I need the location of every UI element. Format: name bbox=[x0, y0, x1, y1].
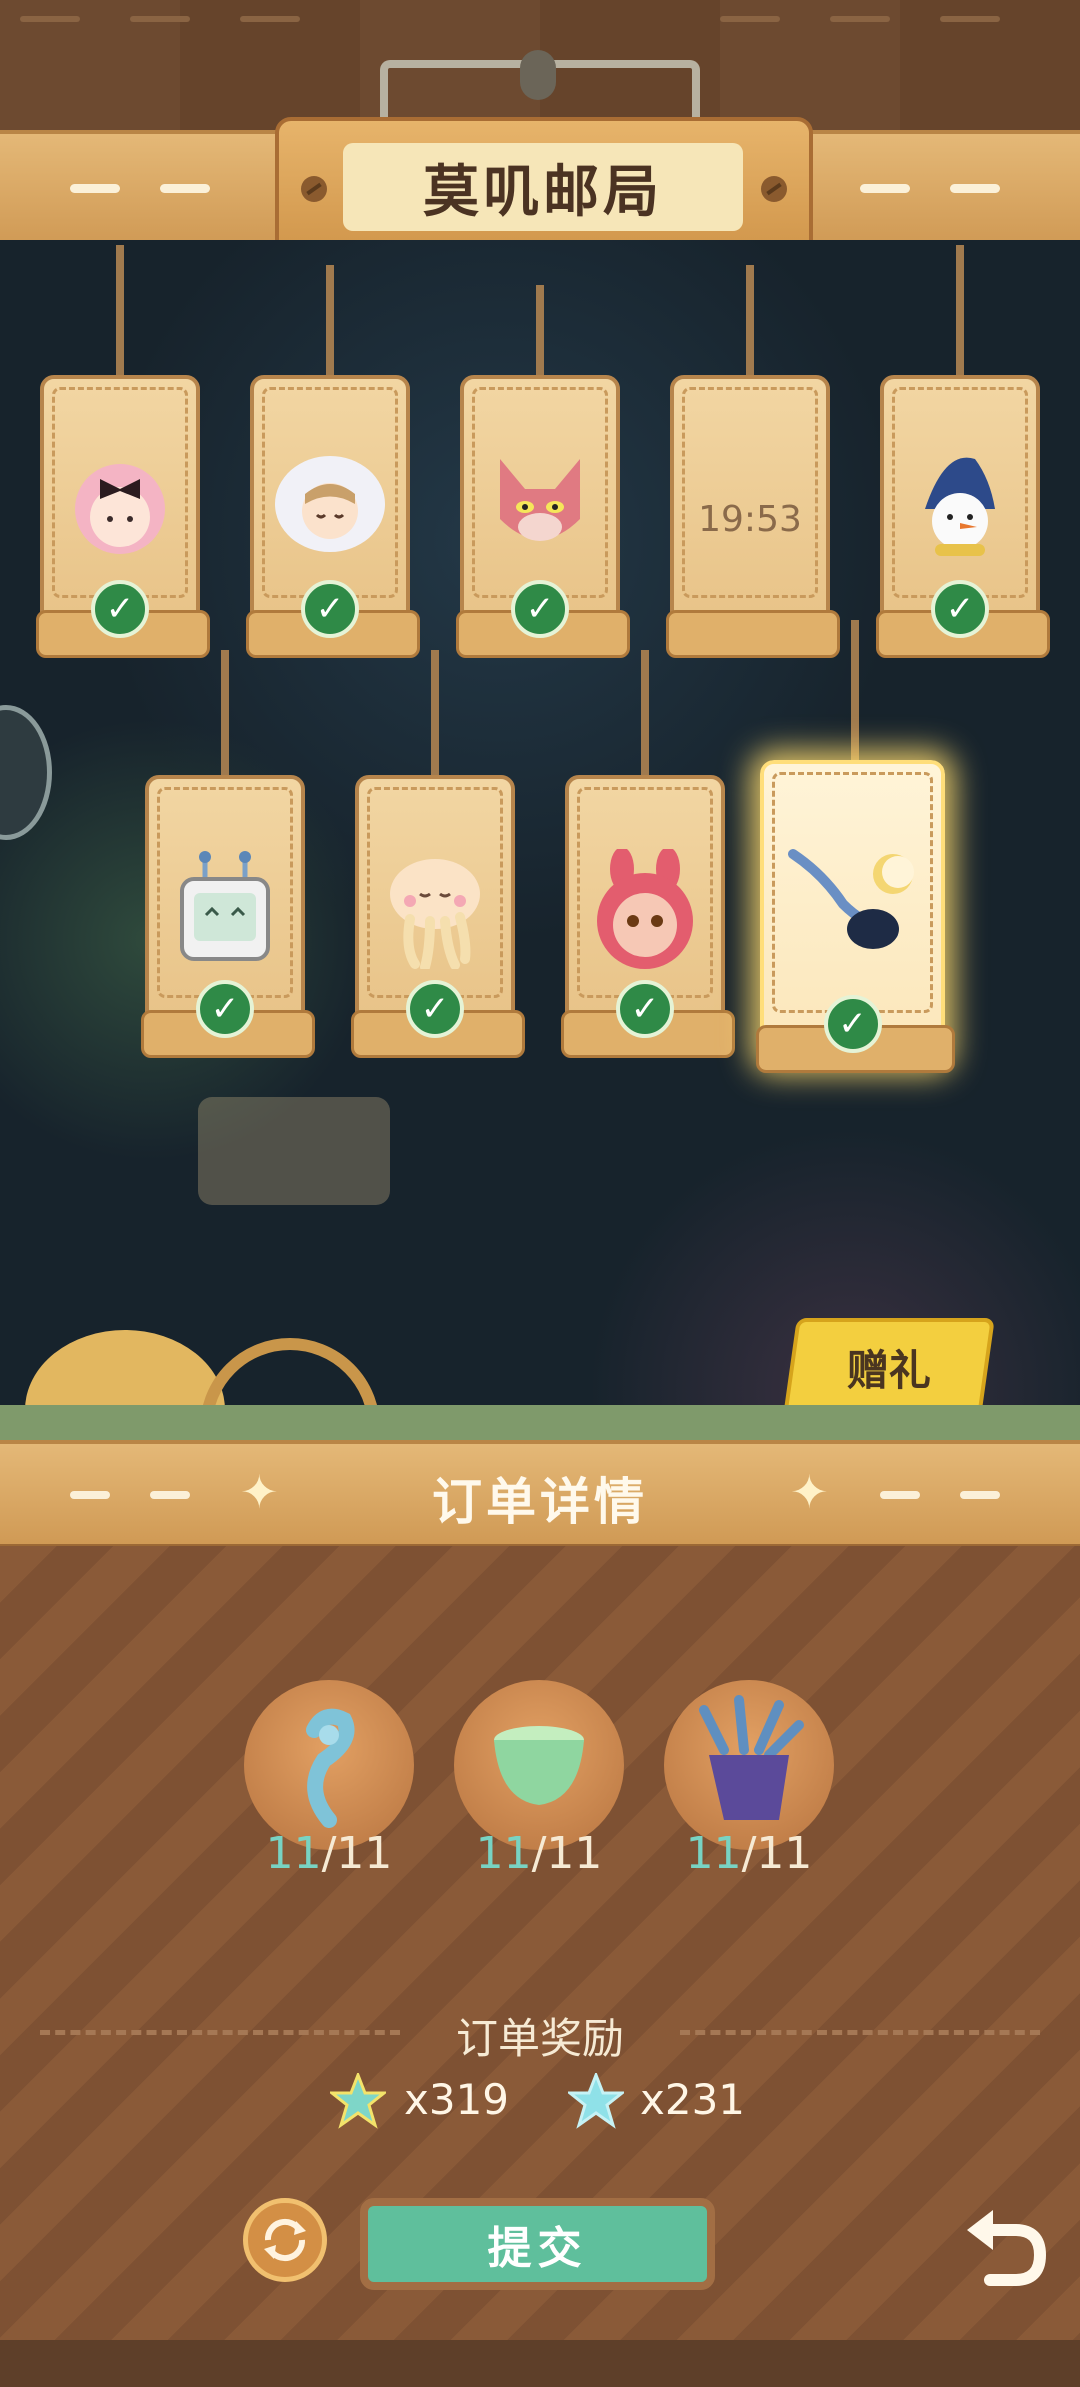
order-tag-white-hood-child[interactable]: ✓ bbox=[246, 375, 420, 658]
refresh-button[interactable] bbox=[243, 2198, 327, 2282]
tag-string bbox=[326, 265, 334, 375]
refresh-icon bbox=[264, 2218, 306, 2262]
robot-icon bbox=[180, 851, 270, 961]
screw-icon bbox=[761, 176, 787, 202]
blue-swirl-plant-icon bbox=[306, 1708, 355, 1828]
order-tag-robot[interactable]: ✓ bbox=[141, 775, 315, 1058]
purple-plant-pot-icon bbox=[699, 1695, 804, 1820]
tag-string bbox=[641, 650, 649, 775]
item-count: 11/11 bbox=[685, 1828, 813, 1879]
order-tag-pink-bow-girl[interactable]: ✓ bbox=[36, 375, 210, 658]
order-banner: ✦ 订单详情 ✦ bbox=[0, 1440, 1080, 1550]
tag-string bbox=[851, 620, 859, 760]
bunny-hood-icon bbox=[597, 849, 693, 969]
tag-string bbox=[221, 650, 229, 775]
jellyfish-icon bbox=[390, 859, 480, 969]
check-icon: ✓ bbox=[91, 580, 149, 638]
green-jelly-cup-icon bbox=[494, 1726, 584, 1805]
order-item-slot[interactable] bbox=[664, 1680, 834, 1850]
reward-amount: x231 bbox=[640, 2075, 746, 2124]
check-icon: ✓ bbox=[931, 580, 989, 638]
check-icon: ✓ bbox=[196, 980, 254, 1038]
snowman-icon bbox=[925, 457, 995, 556]
moon-bird-icon bbox=[787, 849, 914, 949]
check-icon: ✓ bbox=[301, 580, 359, 638]
tag-string bbox=[746, 265, 754, 375]
tag-string bbox=[116, 245, 124, 375]
tag-base bbox=[666, 610, 840, 658]
page-title: 莫叽邮局 bbox=[343, 143, 743, 231]
hanger-ring bbox=[520, 50, 556, 100]
back-arrow-icon[interactable] bbox=[955, 2200, 1055, 2300]
pink-bow-girl-icon bbox=[75, 464, 165, 554]
submit-button[interactable]: 提交 bbox=[360, 2198, 715, 2290]
check-icon: ✓ bbox=[823, 995, 882, 1053]
order-reward-title: 订单奖励 bbox=[455, 2014, 624, 2063]
order-tag-jellyfish[interactable]: ✓ bbox=[351, 775, 525, 1058]
sparkle-icon: ✦ bbox=[790, 1465, 829, 1519]
item-count: 11/11 bbox=[265, 1828, 393, 1879]
tag-string bbox=[431, 650, 439, 775]
item-count: 11/11 bbox=[475, 1828, 603, 1879]
pink-fox-icon bbox=[500, 459, 580, 541]
tag-string bbox=[536, 285, 544, 375]
ground-strip bbox=[0, 1405, 1080, 1445]
order-tag-bunny-hood[interactable]: ✓ bbox=[561, 775, 735, 1058]
check-icon: ✓ bbox=[616, 980, 674, 1038]
screw-icon bbox=[301, 176, 327, 202]
white-hood-child-icon bbox=[275, 456, 385, 552]
item-preview-panel bbox=[198, 1097, 390, 1205]
reward-amount: x319 bbox=[404, 2075, 510, 2124]
order-tag-moon-bird-selected[interactable]: ✓ bbox=[756, 760, 955, 1073]
timer-text: 19:53 bbox=[698, 499, 802, 540]
check-icon: ✓ bbox=[406, 980, 464, 1038]
gift-tab[interactable]: 赠礼 bbox=[783, 1318, 995, 1416]
bottom-wood-bar bbox=[0, 2340, 1080, 2387]
check-icon: ✓ bbox=[511, 580, 569, 638]
order-item-slot[interactable] bbox=[454, 1680, 624, 1850]
order-item-slot[interactable] bbox=[244, 1680, 414, 1850]
order-tag-snowman[interactable]: ✓ bbox=[876, 375, 1050, 658]
rainbow-star-icon bbox=[330, 2073, 386, 2129]
tag-string bbox=[956, 245, 964, 375]
order-tag-pink-fox[interactable]: ✓ bbox=[456, 375, 630, 658]
gift-label: 赠礼 bbox=[846, 1345, 931, 1395]
cyan-star-icon bbox=[568, 2073, 624, 2129]
order-tag-timer[interactable]: 19:53 bbox=[666, 375, 840, 658]
